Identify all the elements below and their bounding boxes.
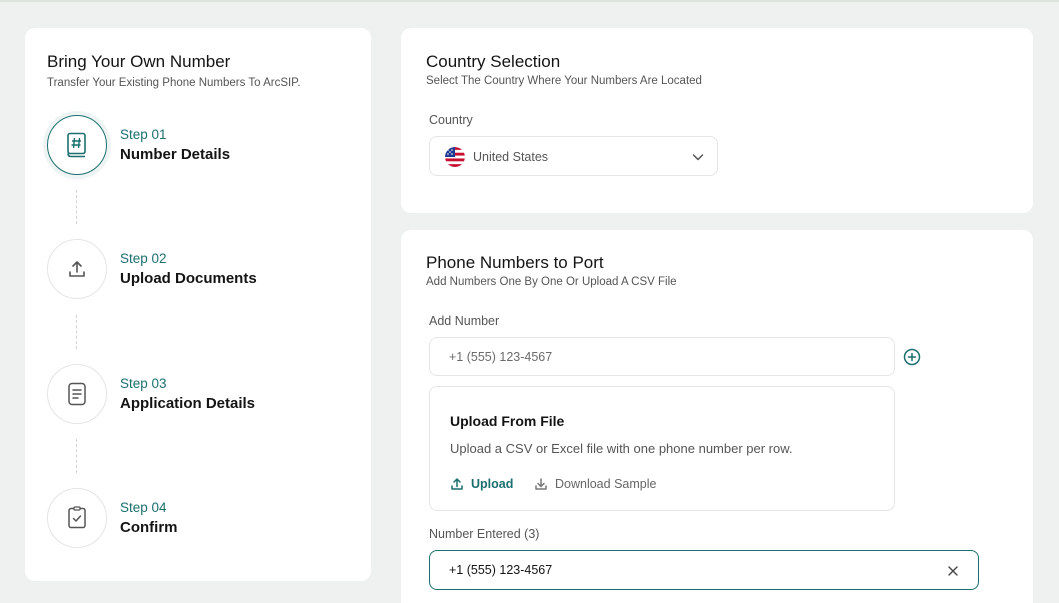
country-selection-panel: Country Selection Select The Country Whe… (401, 28, 1033, 213)
entered-number-value: +1 (555) 123-4567 (449, 563, 553, 577)
number-entered-label: Number Entered (3) (429, 527, 540, 541)
upload-file-button[interactable]: Upload (450, 475, 513, 493)
steps-sidebar: Bring Your Own Number Transfer Your Exis… (25, 28, 371, 581)
step-number-details[interactable]: Step 01 Number Details (47, 115, 347, 175)
remove-number-button[interactable] (946, 564, 960, 578)
upload-icon (69, 261, 85, 277)
country-label: Country (429, 113, 473, 127)
step-3-number: Step 03 (120, 376, 167, 391)
upload-title: Upload From File (450, 413, 565, 429)
document-icon (68, 382, 86, 406)
download-link-label: Download Sample (555, 477, 657, 491)
download-icon (535, 478, 547, 490)
sidebar-subtitle: Transfer Your Existing Phone Numbers To … (47, 77, 301, 89)
checklist-icon (68, 506, 86, 529)
add-number-button[interactable] (902, 347, 922, 367)
upload-description: Upload a CSV or Excel file with one phon… (450, 441, 793, 456)
step-connector (76, 190, 77, 224)
step-confirm[interactable]: Step 04 Confirm (47, 488, 347, 548)
upload-icon (451, 478, 463, 490)
entered-number-item: +1 (555) 123-4567 (429, 550, 979, 590)
step-connector (76, 315, 77, 349)
step-application-details[interactable]: Step 03 Application Details (47, 364, 347, 424)
step-2-circle (47, 239, 107, 299)
step-upload-documents[interactable]: Step 02 Upload Documents (47, 239, 347, 299)
step-2-name: Upload Documents (120, 270, 257, 287)
step-3-circle (47, 364, 107, 424)
phone-subtitle: Add Numbers One By One Or Upload A CSV F… (426, 276, 677, 288)
upload-from-file-box: Upload From File Upload a CSV or Excel f… (429, 386, 895, 511)
country-select[interactable]: United States (429, 136, 718, 176)
country-select-value: United States (473, 150, 549, 164)
country-title: Country Selection (426, 52, 561, 71)
phone-numbers-panel: Phone Numbers to Port Add Numbers One By… (401, 230, 1033, 603)
phone-title: Phone Numbers to Port (426, 253, 604, 272)
step-4-name: Confirm (120, 519, 178, 536)
step-1-circle (47, 115, 107, 175)
step-4-circle (47, 488, 107, 548)
us-flag-icon (445, 147, 465, 167)
step-2-number: Step 02 (120, 251, 167, 266)
country-subtitle: Select The Country Where Your Numbers Ar… (426, 75, 702, 87)
step-1-number: Step 01 (120, 127, 167, 142)
download-sample-button[interactable]: Download Sample (534, 475, 656, 493)
hash-book-icon (67, 132, 86, 158)
upload-link-label: Upload (471, 477, 514, 491)
step-1-name: Number Details (120, 146, 231, 163)
add-number-label: Add Number (429, 314, 500, 328)
step-4-number: Step 04 (120, 500, 167, 515)
step-3-name: Application Details (120, 395, 256, 412)
chevron-down-icon (692, 154, 704, 161)
sidebar-title: Bring Your Own Number (47, 52, 231, 71)
add-number-input[interactable] (429, 337, 895, 376)
step-connector (76, 439, 77, 473)
